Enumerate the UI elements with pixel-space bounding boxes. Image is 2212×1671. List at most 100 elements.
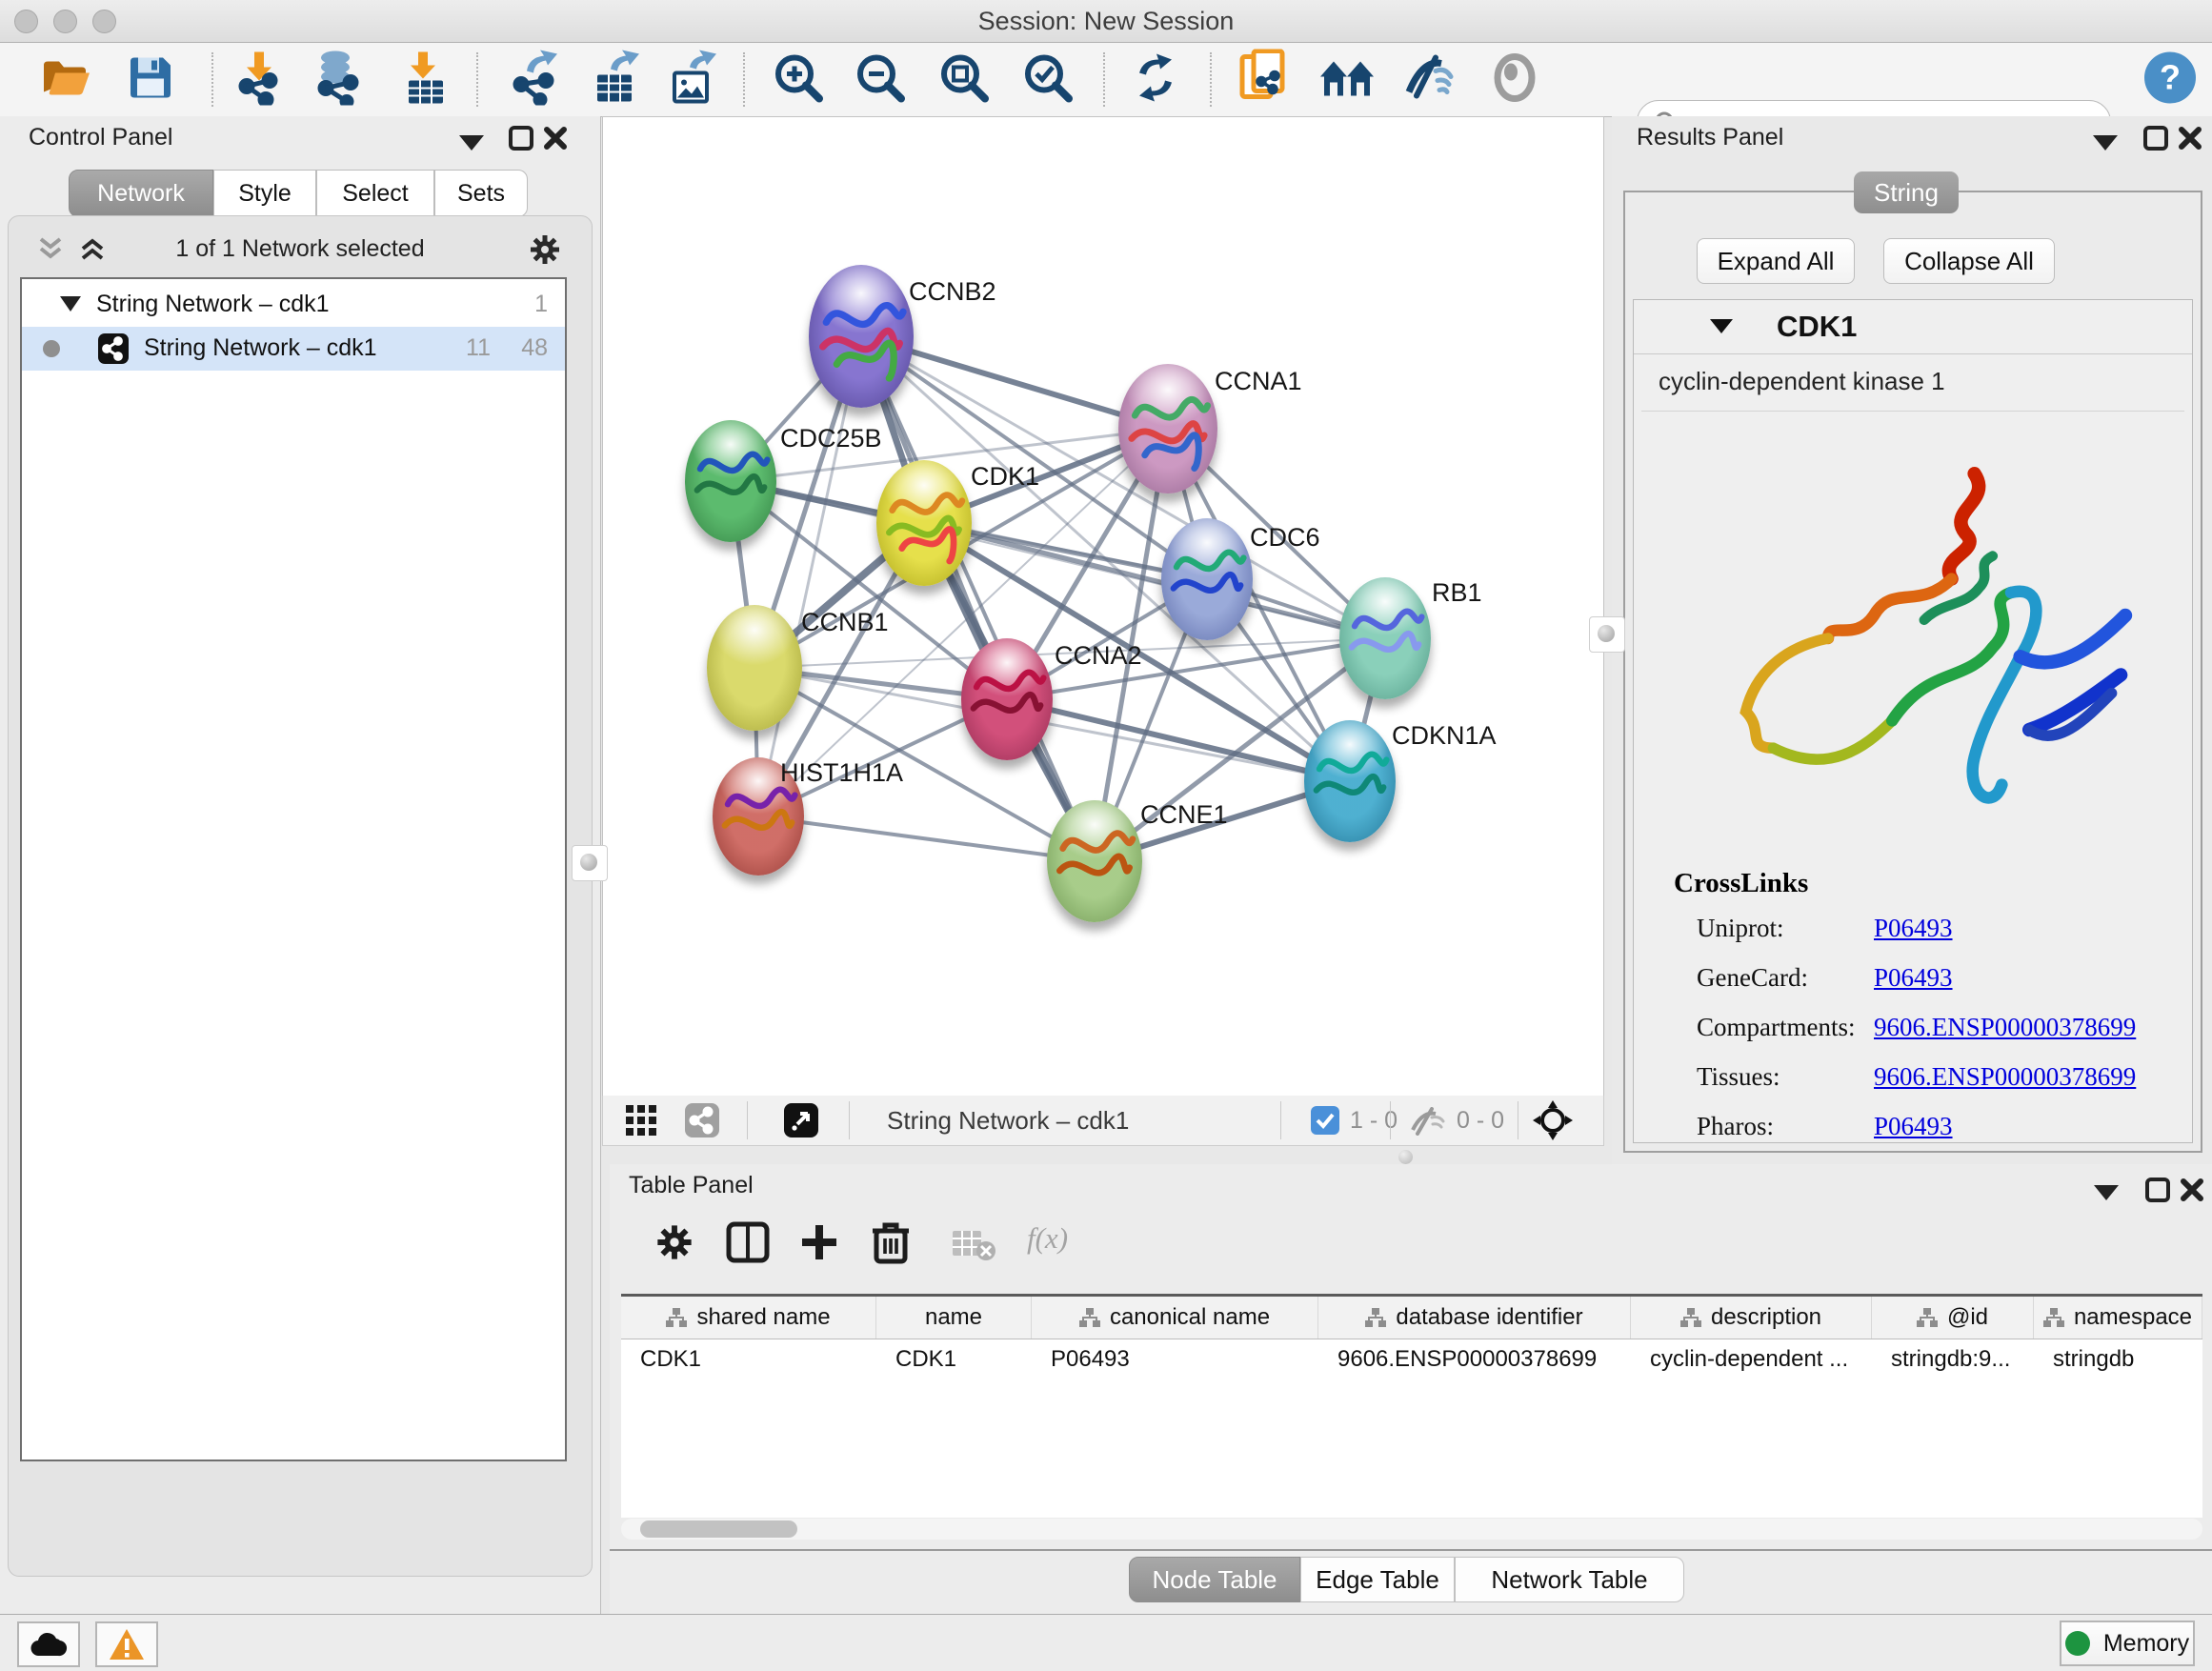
cdk1-section-header[interactable]: CDK1	[1634, 300, 2192, 354]
export-image-icon[interactable]	[667, 50, 718, 111]
float-panel-icon[interactable]	[2094, 1185, 2119, 1200]
column-header-sharedname[interactable]: shared name	[621, 1297, 876, 1339]
zoom-selected-icon[interactable]	[1021, 51, 1075, 110]
edge-HIST1H1A-CCNE1[interactable]	[758, 816, 1095, 861]
table-cell[interactable]: P06493	[1032, 1339, 1318, 1380]
table-cell[interactable]: CDK1	[621, 1339, 876, 1380]
gear-icon[interactable]	[655, 1223, 694, 1261]
undock-panel-icon[interactable]	[2145, 1178, 2170, 1202]
pan-crosshair-icon[interactable]	[1533, 1100, 1573, 1140]
hidden-eye-icon[interactable]	[1409, 1107, 1447, 1136]
gear-icon[interactable]	[529, 233, 561, 266]
table-cell[interactable]: stringdb:9...	[1872, 1339, 2034, 1380]
memory-button[interactable]: Memory	[2060, 1621, 2195, 1666]
table-cell[interactable]: 9606.ENSP00000378699	[1318, 1339, 1631, 1380]
add-column-icon[interactable]	[798, 1221, 840, 1263]
tree-column-icon	[1680, 1308, 1701, 1327]
bottom-splitter-handle[interactable]	[1398, 1150, 1413, 1164]
column-header-databaseidentifier[interactable]: database identifier	[1318, 1297, 1631, 1339]
first-neighbors-icon[interactable]	[1318, 54, 1376, 107]
birds-eye-view-icon[interactable]	[784, 1103, 818, 1137]
undock-panel-icon[interactable]	[2143, 126, 2168, 151]
crosslink-link[interactable]: P06493	[1874, 1112, 1953, 1141]
tab-network[interactable]: Network	[69, 170, 213, 217]
node-rb1[interactable]	[1339, 577, 1431, 699]
left-splitter-handle[interactable]	[572, 845, 608, 881]
scrollbar-thumb[interactable]	[640, 1520, 797, 1538]
string-import-icon[interactable]	[1238, 50, 1288, 111]
table-cell[interactable]: CDK1	[876, 1339, 1032, 1380]
warnings-button[interactable]	[95, 1621, 158, 1667]
column-header-id[interactable]: @id	[1872, 1297, 2034, 1339]
crosslink-link[interactable]: 9606.ENSP00000378699	[1874, 1062, 2136, 1092]
zoom-fit-icon[interactable]	[937, 51, 991, 110]
export-network-icon[interactable]	[508, 50, 559, 111]
table-row[interactable]: CDK1CDK1P064939606.ENSP00000378699cyclin…	[621, 1339, 2202, 1380]
show-columns-icon[interactable]	[726, 1221, 770, 1263]
column-header-namespace[interactable]: namespace	[2034, 1297, 2202, 1339]
edge-CCNB2-HIST1H1A[interactable]	[758, 336, 861, 816]
column-header-label: canonical name	[1110, 1304, 1270, 1331]
network-canvas[interactable]: CCNB2CCNA1CDC25BCDK1CDC6RB1CCNB1CCNA2CDK…	[602, 116, 1604, 1097]
crosslink-link[interactable]: P06493	[1874, 914, 1953, 943]
node-ccna1[interactable]	[1118, 364, 1217, 493]
table-cell[interactable]: stringdb	[2034, 1339, 2202, 1380]
node-cdkn1a[interactable]	[1304, 720, 1396, 842]
float-panel-icon[interactable]	[459, 135, 484, 151]
node-ccne1[interactable]	[1047, 800, 1142, 922]
import-table-icon[interactable]	[401, 50, 449, 111]
crosslink-link[interactable]: P06493	[1874, 963, 1953, 993]
node-cdk1[interactable]	[876, 460, 972, 586]
undock-panel-icon[interactable]	[509, 126, 533, 151]
table-cell[interactable]: cyclin-dependent ...	[1631, 1339, 1872, 1380]
tab-style[interactable]: Style	[213, 170, 316, 217]
node-ccnb2[interactable]	[809, 265, 914, 408]
column-header-canonicalname[interactable]: canonical name	[1032, 1297, 1318, 1339]
close-panel-icon[interactable]	[2180, 1178, 2204, 1202]
right-splitter-handle[interactable]	[1589, 616, 1625, 653]
crosslink-link[interactable]: 9606.ENSP00000378699	[1874, 1013, 2136, 1042]
delete-column-icon[interactable]	[871, 1219, 911, 1265]
column-header-name[interactable]: name	[876, 1297, 1032, 1339]
grid-view-icon[interactable]	[626, 1105, 658, 1136]
node-cdc25b[interactable]	[685, 420, 776, 542]
network-row-selected[interactable]: String Network – cdk1 11 48	[22, 327, 565, 371]
horizontal-scrollbar[interactable]	[621, 1519, 2202, 1540]
function-builder-icon[interactable]: f(x)	[1027, 1221, 1068, 1256]
open-session-icon[interactable]	[38, 54, 91, 107]
tab-node-table[interactable]: Node Table	[1129, 1557, 1300, 1602]
tab-network-table[interactable]: Network Table	[1455, 1557, 1684, 1602]
table-tabs: Node TableEdge TableNetwork Table	[610, 1549, 2212, 1601]
import-network-from-database-icon[interactable]	[311, 50, 364, 111]
help-icon[interactable]: ?	[2142, 50, 2198, 111]
tab-select[interactable]: Select	[316, 170, 434, 217]
refresh-icon[interactable]	[1130, 52, 1181, 109]
network-collection-row[interactable]: String Network – cdk1 1	[22, 283, 565, 327]
node-ccna2[interactable]	[961, 638, 1053, 760]
close-panel-icon[interactable]	[2178, 126, 2202, 151]
collapse-section-icon[interactable]	[1710, 319, 1733, 333]
hide-selected-icon[interactable]	[1403, 54, 1458, 107]
collapse-all-button[interactable]: Collapse All	[1883, 238, 2055, 284]
tab-edge-table[interactable]: Edge Table	[1300, 1557, 1455, 1602]
network-view-mode-icon[interactable]	[685, 1103, 719, 1137]
save-session-icon[interactable]	[127, 54, 174, 107]
cloud-status-button[interactable]	[17, 1621, 80, 1667]
tab-string[interactable]: String	[1854, 171, 1959, 213]
status-bar: Memory	[0, 1614, 2212, 1671]
close-panel-icon[interactable]	[543, 126, 568, 151]
import-network-icon[interactable]	[233, 50, 283, 111]
tab-sets[interactable]: Sets	[434, 170, 528, 217]
tree-expand-icon[interactable]	[60, 296, 81, 312]
expand-all-button[interactable]: Expand All	[1697, 238, 1855, 284]
show-all-icon[interactable]	[1490, 53, 1539, 108]
node-cdc6[interactable]	[1161, 518, 1253, 640]
delete-table-icon[interactable]	[951, 1227, 996, 1261]
selected-checkbox[interactable]	[1311, 1106, 1339, 1135]
node-ccnb1[interactable]	[707, 605, 802, 731]
float-panel-icon[interactable]	[2093, 135, 2118, 151]
zoom-in-icon[interactable]	[772, 51, 825, 110]
zoom-out-icon[interactable]	[854, 51, 907, 110]
export-table-icon[interactable]	[590, 50, 641, 111]
column-header-description[interactable]: description	[1631, 1297, 1872, 1339]
